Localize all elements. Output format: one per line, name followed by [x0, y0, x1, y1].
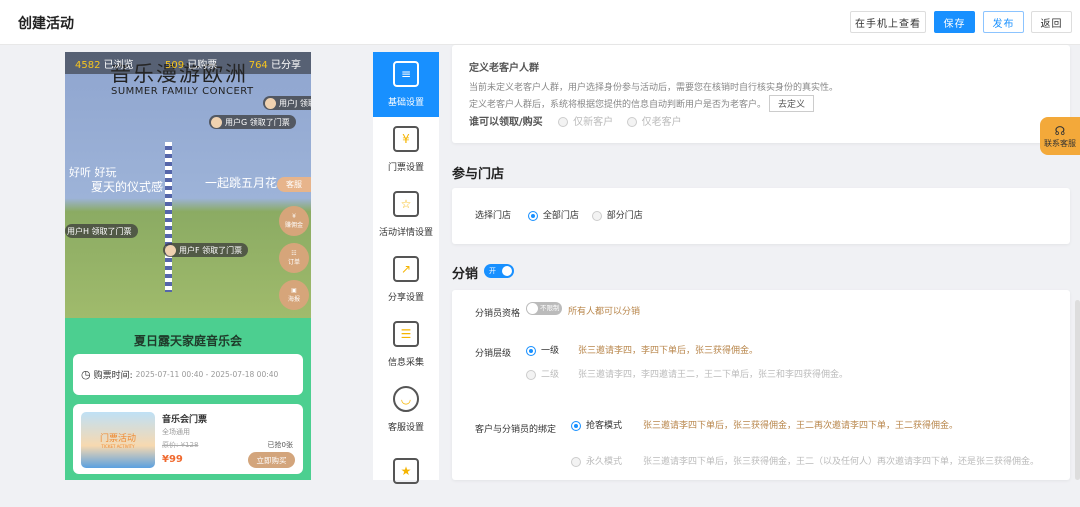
- description: 当前未定义老客户人群，用户选择身份参与活动后，需要您在核销时自行核实身份的真实性…: [469, 83, 839, 93]
- level-label: 分销层级: [475, 349, 512, 359]
- ticket-icon: ¥: [393, 126, 419, 152]
- slogan: 一起跳五月花: [205, 176, 278, 190]
- sold-count: 已抢0张: [267, 441, 293, 449]
- ticket-image: 门票活动 TICKET ACTIVITY: [81, 412, 155, 468]
- radio-level-1[interactable]: 一级: [526, 343, 559, 356]
- radio-some-stores[interactable]: 部分门店: [591, 210, 643, 221]
- binding-desc: 张三邀请李四下单后，张三获得佣金，王二再次邀请李四下单，王二获得佣金。: [643, 421, 959, 431]
- back-button[interactable]: 返回: [1031, 11, 1072, 33]
- image-icon: ▣: [291, 287, 297, 294]
- ticket-name: 音乐会门票: [162, 415, 208, 425]
- nav-share-settings[interactable]: ↗ 分享设置: [373, 247, 439, 312]
- orders-button[interactable]: ☷ 订单: [279, 243, 309, 273]
- original-price: 原价: ¥128: [162, 441, 199, 449]
- view-on-phone-button[interactable]: 在手机上查看: [850, 11, 926, 33]
- old-customer-title: 定义老客户人群: [469, 63, 539, 74]
- customer-service-button[interactable]: 客服: [277, 177, 311, 192]
- buy-now-button[interactable]: 立即购买: [248, 452, 295, 468]
- money-icon: ¥: [292, 213, 296, 220]
- activity-bubble: 用户F 领取了门票: [163, 243, 249, 257]
- distribution-heading: 分销: [452, 267, 479, 282]
- nav-info-collection[interactable]: ☰ 信息采集: [373, 312, 439, 377]
- qualification-toggle[interactable]: 不限制: [526, 302, 562, 315]
- scrollbar[interactable]: [1075, 300, 1080, 480]
- stats-bar: 4582 已浏览 509 已购票 764 已分享: [65, 52, 311, 74]
- header: 创建活动 在手机上查看 保存 发布 返回: [0, 0, 1080, 45]
- nav-detail-settings[interactable]: ☆ 活动详情设置: [373, 182, 439, 247]
- distribution-toggle[interactable]: 开: [484, 264, 514, 278]
- stores-heading: 参与门店: [452, 167, 505, 182]
- radio-permanent-mode[interactable]: 永久模式: [571, 454, 622, 467]
- avatar: [211, 116, 222, 128]
- slogan: 夏天的仪式感: [91, 180, 164, 194]
- poster: 音乐漫游欧洲 SUMMER FAMILY CONCERT 好听 好玩 夏天的仪式…: [65, 52, 311, 318]
- price: ¥99: [162, 454, 183, 465]
- ticket-card: 门票活动 TICKET ACTIVITY 音乐会门票 全场通用 原价: ¥128…: [73, 404, 303, 474]
- time-value: 2025-07-11 00:40 - 2025-07-18 00:40: [135, 370, 279, 379]
- save-button[interactable]: 保存: [934, 11, 975, 33]
- earn-commission-button[interactable]: ¥ 赚佣金: [279, 206, 309, 236]
- list-icon: ☷: [291, 250, 297, 257]
- store-select: 选择门店 全部门店 部分门店: [475, 210, 643, 221]
- old-customer-panel: 定义老客户人群 当前未定义老客户人群，用户选择身份参与活动后，需要您在核销时自行…: [452, 45, 1070, 143]
- poster-button[interactable]: ▣ 海报: [279, 280, 309, 310]
- distribution-panel: 分销员资格 不限制 所有人都可以分销 分销层级 一级 张三邀请李四，李四下单后，…: [452, 290, 1070, 480]
- binding-label: 客户与分销员的绑定: [475, 425, 557, 435]
- qualification-label: 分销员资格: [475, 309, 521, 319]
- contact-service-button[interactable]: ☊ 联系客服: [1040, 117, 1080, 155]
- ticket-scope: 全场通用: [162, 428, 190, 436]
- avatar: [265, 97, 276, 109]
- radio-new-customer[interactable]: 仅新客户: [558, 117, 613, 128]
- nav-basic-settings[interactable]: ≡ 基础设置: [373, 52, 439, 117]
- radio-all-stores[interactable]: 全部门店: [527, 210, 579, 221]
- define-button[interactable]: 去定义: [769, 95, 815, 112]
- poster-subtitle: SUMMER FAMILY CONCERT: [111, 86, 254, 97]
- qualification-desc: 所有人都可以分销: [568, 307, 641, 317]
- maypole: [165, 142, 172, 292]
- radio-level-2[interactable]: 二级: [526, 367, 559, 380]
- nav-service-settings[interactable]: ◡ 客服设置: [373, 377, 439, 442]
- level-desc: 张三邀请李四，李四下单后，张三获得佣金。: [578, 346, 759, 356]
- time-label: 购票时间:: [93, 371, 133, 381]
- settings-sidebar: ≡ 基础设置 ¥ 门票设置 ☆ 活动详情设置 ↗ 分享设置 ☰ 信息采集 ◡ 客服设置 ★: [373, 52, 439, 484]
- detail-icon: ☆: [393, 191, 419, 217]
- phone-preview: 音乐漫游欧洲 SUMMER FAMILY CONCERT 好听 好玩 夏天的仪式…: [65, 52, 311, 480]
- radio-old-customer[interactable]: 仅老客户: [626, 117, 682, 128]
- avatar: [165, 244, 176, 256]
- nav-ticket-settings[interactable]: ¥ 门票设置: [373, 117, 439, 182]
- nav-flag[interactable]: ★: [373, 442, 439, 507]
- headset-icon: ◡: [393, 386, 419, 412]
- radio-grab-mode[interactable]: 抢客模式: [571, 418, 622, 431]
- purchase-time-card: ◷ 购票时间: 2025-07-11 00:40 - 2025-07-18 00…: [73, 354, 303, 395]
- clock-icon: ◷: [81, 368, 91, 381]
- level-desc: 张三邀请李四，李四邀请王二，王二下单后，张三和李四获得佣金。: [578, 370, 849, 380]
- who-can-buy: 谁可以领取/购买 仅新客户 仅老客户: [469, 117, 682, 128]
- activity-bubble: 用户G 领取了门票: [209, 115, 296, 129]
- page-title: 创建活动: [18, 16, 74, 32]
- binding-desc: 张三邀请李四下单后，张三获得佣金，王二（以及任何人）再次邀请李四下单，还是张三获…: [643, 457, 1040, 467]
- activity-bubble: 用户J 领取了门票: [263, 96, 311, 110]
- event-title: 夏日露天家庭音乐会: [133, 334, 242, 348]
- activity-bubble: 用户H 领取了门票: [65, 224, 138, 238]
- publish-button[interactable]: 发布: [983, 11, 1024, 33]
- headset-icon: ☊: [1054, 123, 1066, 138]
- stores-panel: 选择门店 全部门店 部分门店: [452, 188, 1070, 244]
- form-icon: ☰: [393, 321, 419, 347]
- document-icon: ≡: [393, 61, 419, 87]
- description: 定义老客户人群后，系统将根据您提供的信息自动判断用户是否为老客户。 去定义: [469, 95, 815, 112]
- share-icon: ↗: [393, 256, 419, 282]
